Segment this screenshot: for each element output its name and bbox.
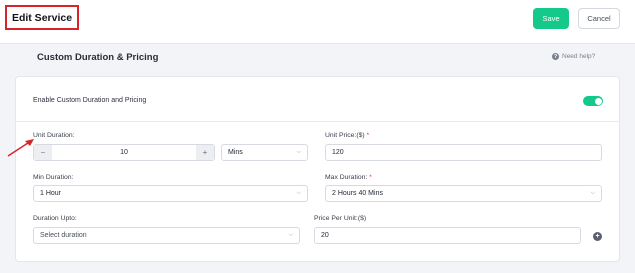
save-button[interactable]: Save [533, 8, 569, 29]
max-duration-value: 2 Hours 40 Mins [332, 190, 383, 197]
unit-select-value: Mins [228, 149, 243, 156]
section-title: Custom Duration & Pricing [37, 52, 159, 63]
max-duration-label-text: Max Duration: [325, 174, 368, 181]
price-per-unit-input[interactable]: 20 [314, 227, 581, 244]
unit-price-label-text: Unit Price:($) [325, 132, 365, 139]
duration-upto-select[interactable]: Select duration ⌵ [33, 227, 300, 244]
question-circle-icon: ? [552, 53, 559, 60]
page-title: Edit Service [11, 11, 73, 24]
duration-upto-label: Duration Upto: [33, 215, 77, 222]
need-help-label: Need help? [562, 53, 596, 60]
min-duration-label: Min Duration: [33, 174, 74, 181]
plus-circle-icon[interactable]: + [593, 232, 602, 241]
unit-select[interactable]: Mins ⌵ [221, 144, 308, 161]
toggle-knob [594, 97, 602, 105]
required-mark: * [366, 132, 370, 139]
max-duration-select[interactable]: 2 Hours 40 Mins ⌵ [325, 185, 602, 202]
title-highlight-box: Edit Service [5, 5, 79, 30]
unit-duration-stepper: − 10 + [33, 144, 215, 161]
price-per-unit-label: Price Per Unit:($) [314, 215, 367, 222]
enable-toggle[interactable] [583, 96, 603, 106]
decrement-button[interactable]: − [34, 145, 52, 160]
enable-label: Enable Custom Duration and Pricing [33, 97, 147, 104]
chevron-down-icon: ⌵ [590, 190, 595, 196]
unit-price-label: Unit Price:($) * [325, 132, 369, 139]
required-mark: * [369, 174, 372, 181]
chevron-down-icon: ⌵ [288, 232, 293, 238]
unit-duration-label: Unit Duration: [33, 132, 75, 139]
min-duration-value: 1 Hour [40, 190, 62, 197]
min-duration-select[interactable]: 1 Hour ⌵ [33, 185, 308, 202]
unit-duration-input[interactable]: 10 [52, 149, 196, 156]
top-bar: Edit Service Save Cancel [0, 0, 635, 44]
duration-upto-placeholder: Select duration [40, 232, 87, 239]
max-duration-label: Max Duration: * [325, 174, 372, 181]
chevron-down-icon: ⌵ [296, 190, 301, 196]
unit-price-input[interactable]: 120 [325, 144, 602, 161]
chevron-down-icon: ⌵ [296, 149, 301, 155]
cancel-button[interactable]: Cancel [578, 8, 620, 29]
increment-button[interactable]: + [196, 145, 214, 160]
need-help-link[interactable]: ? Need help? [552, 53, 595, 60]
red-arrow-icon [7, 139, 34, 157]
